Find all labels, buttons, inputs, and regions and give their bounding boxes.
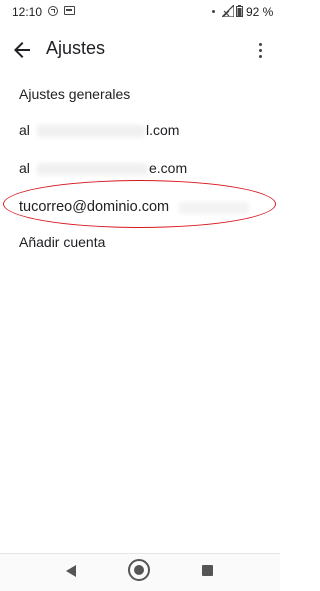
notification-circle-icon xyxy=(48,6,58,16)
general-settings-label: Ajustes generales xyxy=(19,86,131,102)
app-bar: Ajustes xyxy=(0,30,280,70)
signal-icon xyxy=(222,5,234,17)
account-1-end: l.com xyxy=(146,122,180,138)
account-2-end: e.com xyxy=(149,160,188,176)
account-1-redaction xyxy=(37,125,145,137)
general-settings-item[interactable]: Ajustes generales xyxy=(19,86,130,102)
battery-percentage: 92 % xyxy=(246,5,274,19)
dot-icon xyxy=(212,10,215,13)
account-item-2[interactable]: al e.com xyxy=(19,160,259,178)
system-nav-bar xyxy=(0,553,280,591)
account-1-start: al xyxy=(19,122,30,138)
nav-recents-icon[interactable] xyxy=(202,565,213,576)
account-item-3[interactable]: tucorreo@dominio.com xyxy=(19,198,259,216)
account-3-email: tucorreo@dominio.com xyxy=(19,199,170,215)
page-title: Ajustes xyxy=(46,38,106,58)
account-2-redaction xyxy=(37,163,148,175)
status-time: 12:10 xyxy=(12,5,43,19)
add-account-label: Añadir cuenta xyxy=(19,234,106,250)
nav-back-icon[interactable] xyxy=(66,565,76,577)
sim-icon xyxy=(64,6,75,15)
more-vert-icon[interactable] xyxy=(250,38,270,62)
add-account-item[interactable]: Añadir cuenta xyxy=(19,234,105,250)
account-2-start: al xyxy=(19,160,30,176)
arrow-back-icon[interactable] xyxy=(10,38,34,62)
account-item-1[interactable]: al l.com xyxy=(19,122,259,140)
nav-home-icon[interactable] xyxy=(128,559,150,581)
account-3-redaction xyxy=(179,202,249,214)
status-bar: 12:10 92 % xyxy=(0,0,280,24)
battery-icon xyxy=(236,5,243,17)
